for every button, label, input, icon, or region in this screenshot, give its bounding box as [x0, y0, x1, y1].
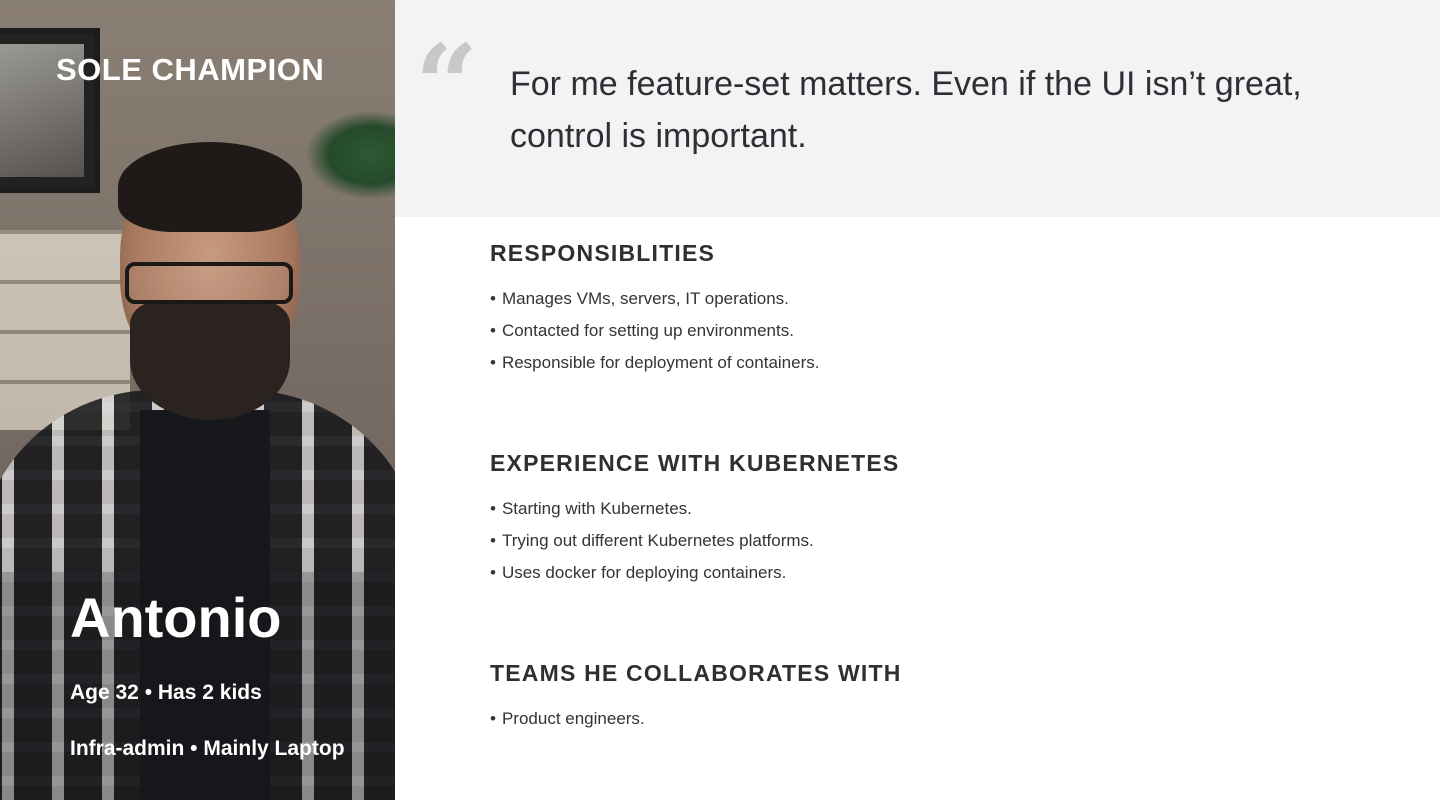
plant-leaves: [305, 110, 395, 200]
persona-page: SOLE CHAMPION Antonio Age 32 • Has 2 kid…: [0, 0, 1440, 800]
section-heading: RESPONSIBLITIES: [490, 240, 716, 266]
list-item: • Uses docker for deploying containers.: [490, 563, 787, 582]
section-responsibilities: RESPONSIBLITIES • Manages VMs, servers, I…: [490, 240, 1390, 379]
list-item: • Contacted for setting up environments.: [490, 321, 794, 340]
bullet-list: • Manages VMs, servers, IT operations. • C…: [490, 283, 1390, 379]
quote-banner: “ For me feature-set matters. Even if th…: [395, 0, 1440, 217]
person-hair: [118, 142, 302, 232]
bullet-list: • Product engineers.: [490, 703, 1390, 735]
list-item: • Product engineers.: [490, 709, 645, 728]
persona-name: Antonio: [70, 586, 282, 649]
persona-role-label: SOLE CHAMPION: [56, 52, 325, 87]
quote-mark-icon: “: [415, 20, 479, 149]
bullet-list: • Starting with Kubernetes. • Trying out d…: [490, 493, 1390, 589]
section-heading: EXPERIENCE WITH KUBERNETES: [490, 450, 900, 476]
list-item: • Trying out different Kubernetes platfor…: [490, 531, 814, 550]
list-item: • Starting with Kubernetes.: [490, 499, 692, 518]
list-item: • Responsible for deployment of container…: [490, 353, 820, 372]
person-beard: [130, 300, 290, 420]
list-item: • Manages VMs, servers, IT operations.: [490, 289, 789, 308]
glasses: [125, 262, 293, 304]
persona-age-kids: Age 32 • Has 2 kids: [70, 681, 262, 704]
persona-photo: SOLE CHAMPION Antonio Age 32 • Has 2 kid…: [0, 0, 395, 800]
section-kubernetes-experience: EXPERIENCE WITH KUBERNETES • Starting wit…: [490, 450, 1390, 589]
section-heading: TEAMS HE COLLABORATES WITH: [490, 660, 902, 686]
persona-role-device: Infra-admin • Mainly Laptop: [70, 737, 345, 760]
section-collaboration-teams: TEAMS HE COLLABORATES WITH • Product engi…: [490, 660, 1390, 735]
persona-quote: For me feature-set matters. Even if the …: [510, 65, 1302, 155]
